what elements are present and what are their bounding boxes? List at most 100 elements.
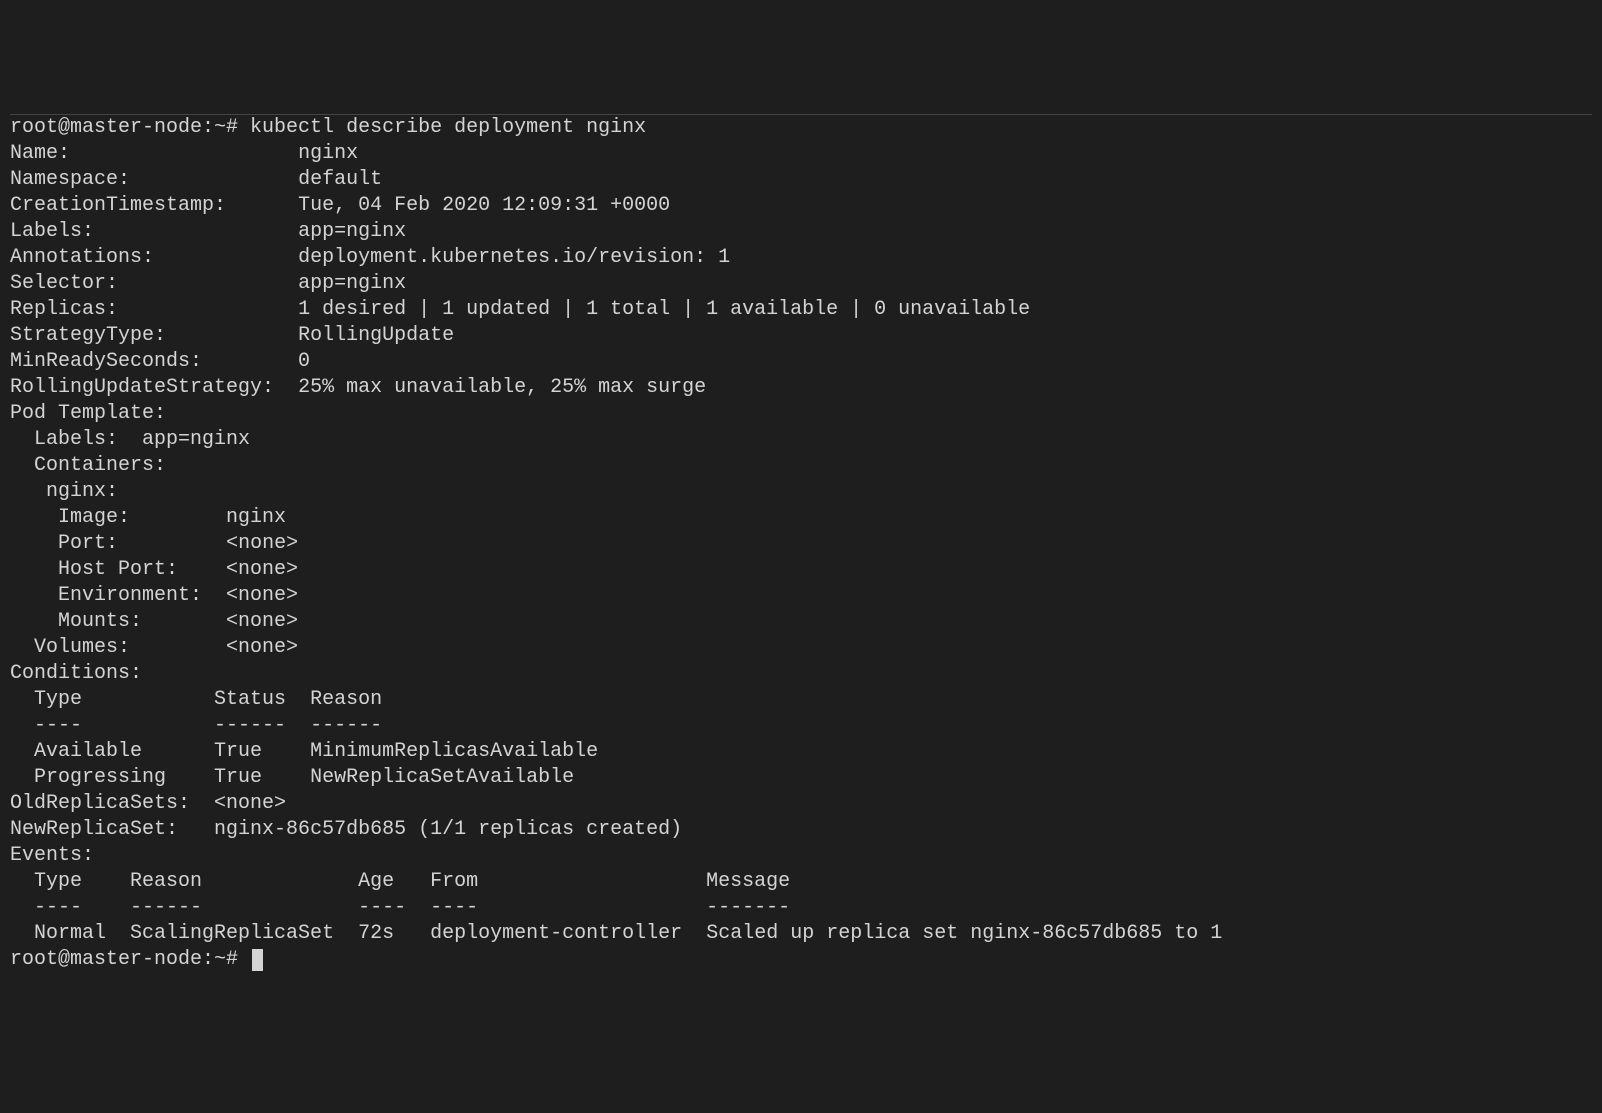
field-value: 25% max unavailable, 25% max surge: [298, 376, 706, 399]
output-line: Progressing True NewReplicaSetAvailable: [10, 765, 1592, 791]
field-value: <none>: [226, 584, 298, 607]
field-value: nginx: [298, 142, 358, 165]
field-value: deployment.kubernetes.io/revision: 1: [298, 246, 730, 269]
output-line: Conditions:: [10, 661, 1592, 687]
cell: ScalingReplicaSet: [130, 922, 334, 945]
output-line: Labels: app=nginx: [10, 219, 1592, 245]
cell: True: [214, 766, 262, 789]
field-value: app=nginx: [298, 220, 406, 243]
col-sep: ------: [214, 714, 286, 737]
col-sep: ----: [430, 896, 478, 919]
cell: Available: [10, 740, 142, 763]
col-sep: ----: [358, 896, 406, 919]
field-label: Port:: [10, 532, 118, 555]
prompt: root@master-node:~#: [10, 948, 250, 971]
output-line: Labels: app=nginx: [10, 427, 1592, 453]
output-line: Type Reason Age From Message: [10, 869, 1592, 895]
output-line: Namespace: default: [10, 167, 1592, 193]
cell: True: [214, 740, 262, 763]
field-value: 1 desired | 1 updated | 1 total | 1 avai…: [298, 298, 1030, 321]
field-label: CreationTimestamp:: [10, 194, 226, 217]
cell: MinimumReplicasAvailable: [310, 740, 598, 763]
section-header: Pod Template:: [10, 402, 166, 425]
col-sep: ------: [310, 714, 382, 737]
output-line: Mounts: <none>: [10, 609, 1592, 635]
field-value: <none>: [226, 636, 298, 659]
col-sep: ----: [10, 714, 82, 737]
field-label: MinReadySeconds:: [10, 350, 202, 373]
field-label: StrategyType:: [10, 324, 166, 347]
field-value: app=nginx: [298, 272, 406, 295]
prompt-line: root@master-node:~#: [10, 947, 1592, 973]
col-header: Type: [10, 688, 82, 711]
container-name: nginx:: [10, 480, 118, 503]
output-line: Port: <none>: [10, 531, 1592, 557]
output-line: Selector: app=nginx: [10, 271, 1592, 297]
output-line: MinReadySeconds: 0: [10, 349, 1592, 375]
field-label: Replicas:: [10, 298, 118, 321]
field-value: <none>: [214, 792, 286, 815]
field-label: Labels:: [10, 220, 94, 243]
field-value: nginx-86c57db685 (1/1 replicas created): [214, 818, 682, 841]
output-line: Name: nginx: [10, 141, 1592, 167]
output-line: OldReplicaSets: <none>: [10, 791, 1592, 817]
command-text: kubectl describe deployment nginx: [250, 116, 646, 139]
col-header: From: [430, 870, 478, 893]
output-line: RollingUpdateStrategy: 25% max unavailab…: [10, 375, 1592, 401]
section-header: Conditions:: [10, 662, 142, 685]
field-value: <none>: [226, 532, 298, 555]
terminal-window[interactable]: root@master-node:~# kubectl describe dep…: [10, 114, 1592, 973]
output-line: Image: nginx: [10, 505, 1592, 531]
col-header: Status: [214, 688, 286, 711]
field-value: <none>: [226, 558, 298, 581]
cell: 72s: [358, 922, 394, 945]
col-header: Message: [706, 870, 790, 893]
output-line: Type Status Reason: [10, 687, 1592, 713]
field-label: Namespace:: [10, 168, 130, 191]
field-value: <none>: [226, 610, 298, 633]
col-header: Age: [358, 870, 394, 893]
col-sep: ----: [10, 896, 82, 919]
cell: Scaled up replica set nginx-86c57db685 t…: [706, 922, 1222, 945]
col-header: Reason: [130, 870, 202, 893]
field-label: Mounts:: [10, 610, 142, 633]
output-line: ---- ------ ---- ---- -------: [10, 895, 1592, 921]
field-label: Volumes:: [10, 636, 130, 659]
field-label: OldReplicaSets:: [10, 792, 190, 815]
field-value: Tue, 04 Feb 2020 12:09:31 +0000: [298, 194, 670, 217]
cell: Normal: [10, 922, 106, 945]
col-sep: ------: [130, 896, 202, 919]
cell: deployment-controller: [430, 922, 682, 945]
field-label: Environment:: [10, 584, 202, 607]
output-line: Annotations: deployment.kubernetes.io/re…: [10, 245, 1592, 271]
field-label: Name:: [10, 142, 70, 165]
output-line: StrategyType: RollingUpdate: [10, 323, 1592, 349]
field-value: nginx: [226, 506, 286, 529]
col-header: Type: [10, 870, 82, 893]
output-line: Containers:: [10, 453, 1592, 479]
field-value: 0: [298, 350, 310, 373]
field-label: NewReplicaSet:: [10, 818, 178, 841]
field-value: default: [298, 168, 382, 191]
field-value: RollingUpdate: [298, 324, 454, 347]
cursor-icon[interactable]: [252, 949, 263, 971]
containers-header: Containers:: [10, 454, 166, 477]
cell: NewReplicaSetAvailable: [310, 766, 574, 789]
command-line: root@master-node:~# kubectl describe dep…: [10, 115, 1592, 141]
cell: Progressing: [10, 766, 166, 789]
field-label: Image:: [10, 506, 130, 529]
output-line: Pod Template:: [10, 401, 1592, 427]
output-line: ---- ------ ------: [10, 713, 1592, 739]
field-label: RollingUpdateStrategy:: [10, 376, 274, 399]
output-line: NewReplicaSet: nginx-86c57db685 (1/1 rep…: [10, 817, 1592, 843]
field-label: Selector:: [10, 272, 118, 295]
pod-labels: Labels: app=nginx: [10, 428, 250, 451]
output-line: Host Port: <none>: [10, 557, 1592, 583]
col-header: Reason: [310, 688, 382, 711]
output-line: Replicas: 1 desired | 1 updated | 1 tota…: [10, 297, 1592, 323]
output-line: Environment: <none>: [10, 583, 1592, 609]
output-line: Events:: [10, 843, 1592, 869]
field-label: Host Port:: [10, 558, 178, 581]
output-line: Available True MinimumReplicasAvailable: [10, 739, 1592, 765]
output-line: nginx:: [10, 479, 1592, 505]
